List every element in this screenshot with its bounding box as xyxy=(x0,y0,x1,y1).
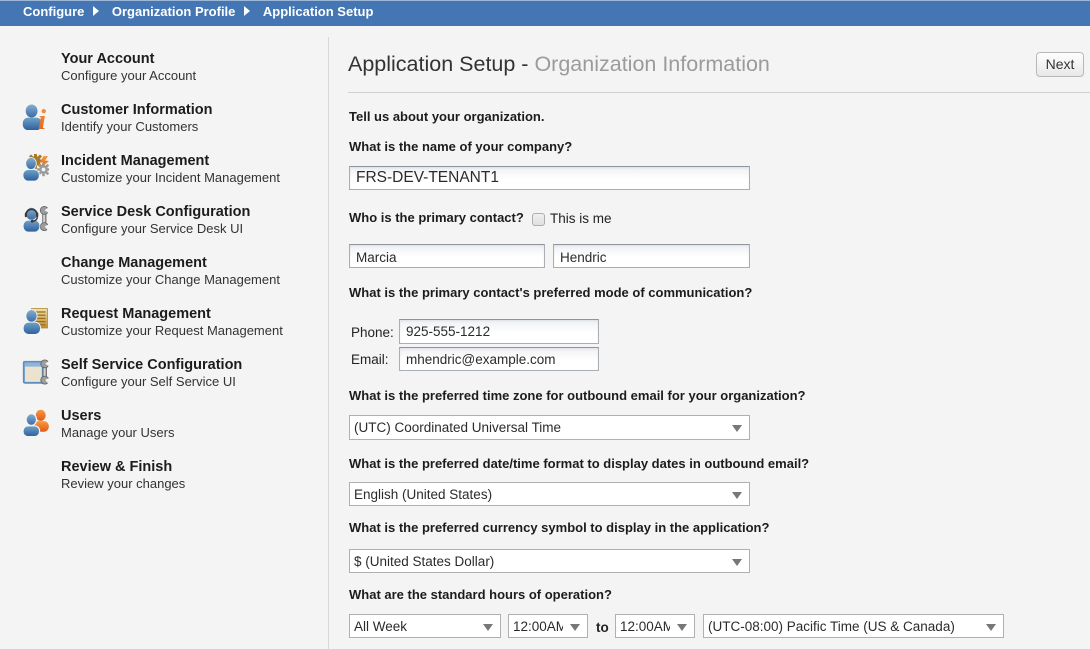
svg-text:i: i xyxy=(38,104,46,130)
